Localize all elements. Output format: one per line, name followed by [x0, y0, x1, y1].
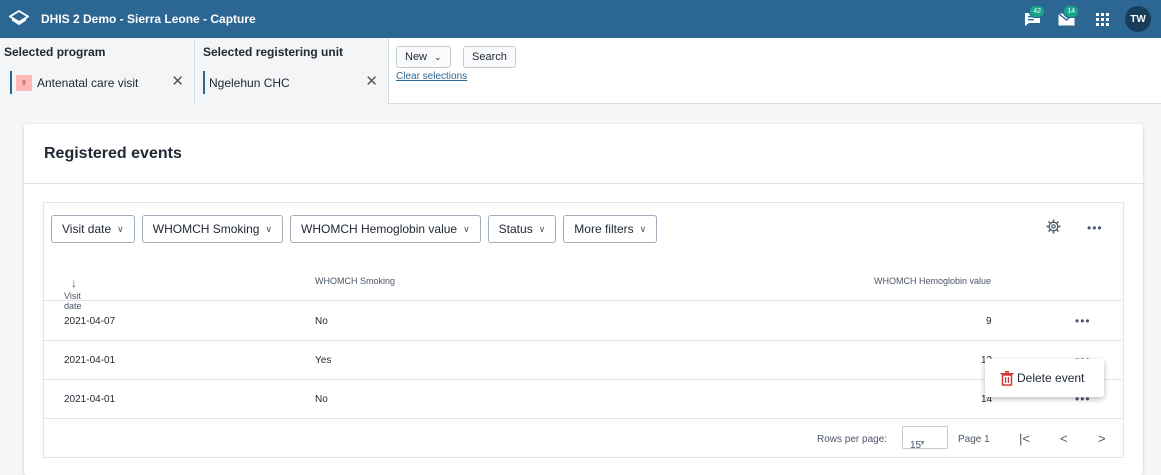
- program-selector: Selected program ♀ Antenatal care visit …: [0, 38, 195, 104]
- card-title: Registered events: [44, 145, 182, 162]
- filter-label: Status: [498, 222, 533, 236]
- messages-badge: 42: [1029, 5, 1045, 18]
- table-row[interactable]: 2021-04-01 No 14 •••: [44, 380, 1123, 419]
- filter-hemoglobin[interactable]: WHOMCH Hemoglobin value ∨: [290, 215, 481, 243]
- user-avatar[interactable]: TW: [1125, 6, 1151, 32]
- table-header: Visit date ↓ WHOMCH Smoking WHOMCH Hemog…: [44, 261, 1123, 311]
- table-row[interactable]: 2021-04-07 No 9 •••: [44, 302, 1123, 341]
- events-table-container: Visit date ∨ WHOMCH Smoking ∨ WHOMCH Hemog…: [43, 202, 1124, 458]
- column-header-hemoglobin[interactable]: WHOMCH Hemoglobin value: [874, 276, 991, 286]
- search-button[interactable]: Search: [463, 46, 516, 68]
- cell-visit-date: 2021-04-01: [64, 394, 116, 405]
- cell-hemoglobin: 9: [986, 316, 992, 327]
- apps-grid-icon[interactable]: [1087, 0, 1117, 38]
- filter-visit-date[interactable]: Visit date ∨: [51, 215, 135, 243]
- selection-bar: Selected program ♀ Antenatal care visit …: [0, 38, 1161, 104]
- app-title: DHIS 2 Demo - Sierra Leone - Capture: [41, 12, 256, 26]
- clear-program-icon[interactable]: ✕: [171, 74, 184, 89]
- email-icon[interactable]: 14: [1051, 0, 1081, 38]
- email-badge: 14: [1063, 5, 1079, 18]
- chevron-down-icon: ∨: [639, 223, 647, 234]
- filter-label: Visit date: [62, 222, 112, 236]
- row-context-menu: Delete event: [985, 359, 1104, 397]
- row-actions-icon[interactable]: •••: [1075, 314, 1091, 328]
- registered-events-card: Registered events Visit date ∨ WHOMCH Smo…: [24, 124, 1143, 475]
- messages-icon[interactable]: 42: [1017, 0, 1047, 38]
- cell-smoking: Yes: [315, 355, 332, 366]
- column-header-visit-date[interactable]: Visit date ↓: [64, 276, 82, 311]
- filter-label: WHOMCH Smoking: [152, 222, 260, 236]
- org-unit-selector: Selected registering unit Ngelehun CHC ✕: [195, 38, 389, 104]
- program-selector-title: Selected program: [4, 45, 106, 59]
- filter-smoking[interactable]: WHOMCH Smoking ∨: [141, 215, 284, 243]
- cell-visit-date: 2021-04-07: [64, 316, 116, 327]
- dhis2-logo-icon[interactable]: [0, 0, 38, 38]
- search-button-label: Search: [472, 51, 507, 63]
- app-header: DHIS 2 Demo - Sierra Leone - Capture 42 …: [0, 0, 1161, 38]
- new-button-label: New: [405, 51, 428, 63]
- pagination: Rows per page: 15 ▼ Page 1 |< < >: [44, 421, 1123, 458]
- table-row[interactable]: 2021-04-01 Yes 12 •••: [44, 341, 1123, 380]
- gear-icon[interactable]: [1046, 219, 1061, 239]
- selected-program-label: Antenatal care visit: [37, 75, 139, 90]
- pregnant-woman-icon: ♀: [16, 74, 32, 91]
- trash-icon: [1000, 370, 1014, 386]
- chevron-down-icon: ∨: [538, 223, 546, 234]
- filter-label: WHOMCH Hemoglobin value: [301, 222, 458, 236]
- delete-event-option[interactable]: Delete event: [1017, 371, 1084, 385]
- selected-program[interactable]: ♀ Antenatal care visit: [10, 71, 138, 94]
- previous-page-icon[interactable]: <: [1060, 431, 1068, 446]
- caret-down-icon: ▼: [919, 440, 926, 447]
- cell-visit-date: 2021-04-01: [64, 355, 116, 366]
- filter-status[interactable]: Status ∨: [487, 215, 557, 243]
- column-header-smoking[interactable]: WHOMCH Smoking: [315, 276, 395, 286]
- clear-selections-link[interactable]: Clear selections: [396, 71, 467, 82]
- new-button[interactable]: New ⌄: [396, 46, 451, 68]
- next-page-icon[interactable]: >: [1098, 431, 1106, 446]
- chevron-down-icon: ∨: [265, 223, 273, 234]
- card-divider: [24, 183, 1143, 184]
- first-page-icon[interactable]: |<: [1019, 431, 1030, 446]
- clear-org-unit-icon[interactable]: ✕: [365, 74, 378, 89]
- chevron-down-icon: ∨: [463, 223, 470, 234]
- selected-org-unit[interactable]: Ngelehun CHC: [203, 71, 290, 94]
- rows-per-page-label: Rows per page:: [817, 434, 888, 445]
- page-indicator: Page 1: [958, 434, 990, 445]
- filter-bar: Visit date ∨ WHOMCH Smoking ∨ WHOMCH Hemog…: [51, 215, 658, 243]
- rows-per-page-select[interactable]: 15 ▼: [902, 426, 948, 451]
- chevron-down-icon: ∨: [117, 223, 124, 234]
- more-filters-button[interactable]: More filters ∨: [563, 215, 658, 243]
- filter-label: More filters: [574, 222, 634, 236]
- more-options-icon[interactable]: •••: [1087, 221, 1103, 235]
- cell-smoking: No: [315, 394, 328, 405]
- selected-org-unit-label: Ngelehun CHC: [209, 75, 290, 90]
- sort-arrow-down-icon: ↓: [71, 276, 77, 290]
- chevron-down-icon: ⌄: [434, 51, 442, 62]
- org-unit-selector-title: Selected registering unit: [203, 45, 344, 59]
- cell-smoking: No: [315, 316, 328, 327]
